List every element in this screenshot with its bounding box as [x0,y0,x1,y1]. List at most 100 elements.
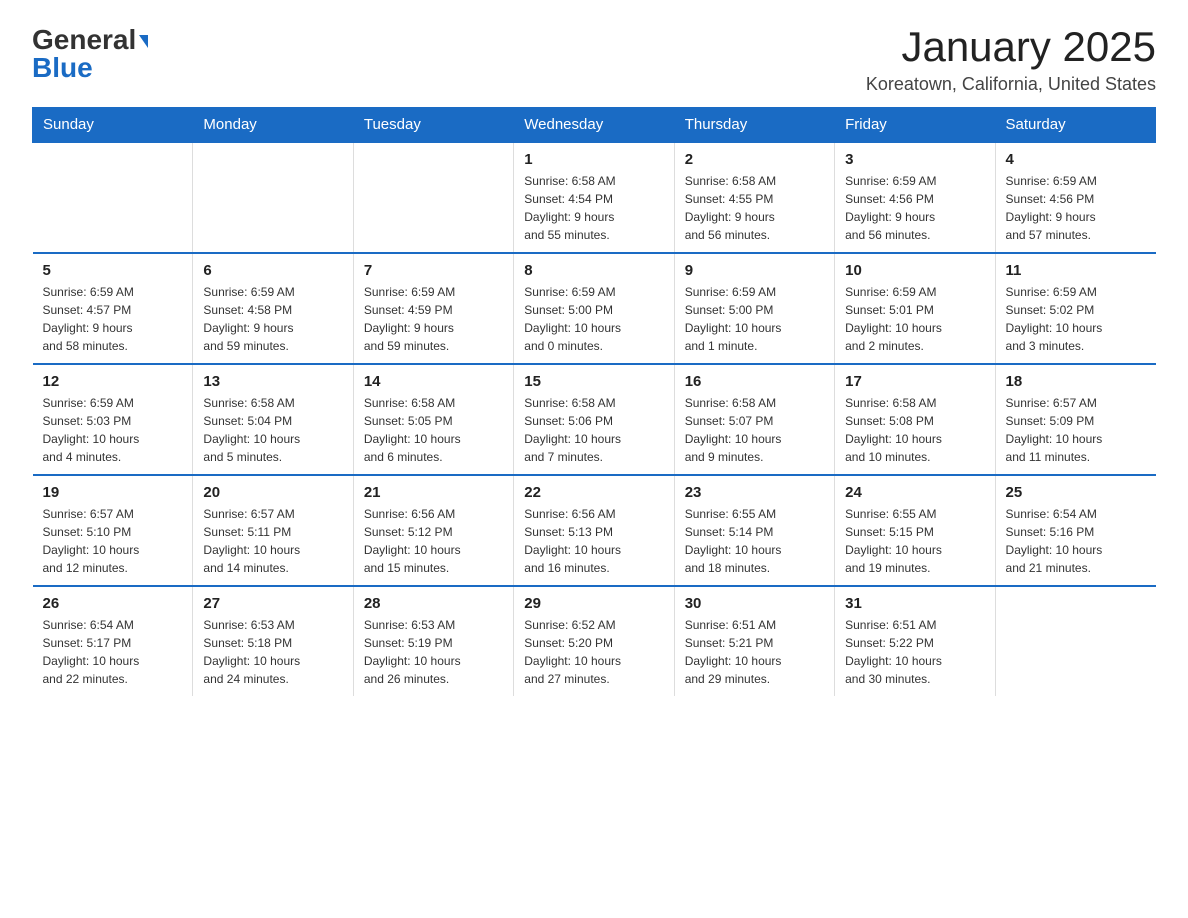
day-info: Sunrise: 6:59 AM Sunset: 4:58 PM Dayligh… [203,283,342,355]
day-info: Sunrise: 6:58 AM Sunset: 5:06 PM Dayligh… [524,394,663,466]
calendar-day-cell: 10 Sunrise: 6:59 AM Sunset: 5:01 PM Dayli… [835,253,995,364]
day-info: Sunrise: 6:58 AM Sunset: 5:07 PM Dayligh… [685,394,824,466]
day-number: 12 [43,373,183,390]
day-info: Sunrise: 6:53 AM Sunset: 5:19 PM Dayligh… [364,616,503,688]
title-block: January 2025 Koreatown, California, Unit… [866,24,1156,95]
day-info: Sunrise: 6:55 AM Sunset: 5:14 PM Dayligh… [685,505,824,577]
calendar-day-cell: 25 Sunrise: 6:54 AM Sunset: 5:16 PM Dayli… [995,475,1155,586]
calendar-day-cell: 6 Sunrise: 6:59 AM Sunset: 4:58 PM Daylig… [193,253,353,364]
day-number: 25 [1006,484,1146,501]
calendar-day-cell: 19 Sunrise: 6:57 AM Sunset: 5:10 PM Dayli… [33,475,193,586]
day-info: Sunrise: 6:56 AM Sunset: 5:12 PM Dayligh… [364,505,503,577]
day-number: 22 [524,484,663,501]
calendar-day-cell: 13 Sunrise: 6:58 AM Sunset: 5:04 PM Dayli… [193,364,353,475]
days-of-week-row: SundayMondayTuesdayWednesdayThursdayFrid… [33,108,1156,143]
calendar-day-cell: 8Sunrise: 6:59 AM Sunset: 5:00 PM Daylig… [514,253,674,364]
day-of-week-header: Saturday [995,108,1155,143]
calendar-day-cell: 1 Sunrise: 6:58 AM Sunset: 4:54 PM Daylig… [514,142,674,253]
day-number: 4 [1006,151,1146,168]
calendar-table: SundayMondayTuesdayWednesdayThursdayFrid… [32,107,1156,696]
day-number: 19 [43,484,183,501]
day-info: Sunrise: 6:58 AM Sunset: 5:04 PM Dayligh… [203,394,342,466]
day-info: Sunrise: 6:58 AM Sunset: 5:05 PM Dayligh… [364,394,503,466]
day-number: 9 [685,262,824,279]
day-info: Sunrise: 6:57 AM Sunset: 5:11 PM Dayligh… [203,505,342,577]
day-number: 28 [364,595,503,612]
calendar-day-cell: 14 Sunrise: 6:58 AM Sunset: 5:05 PM Dayli… [353,364,513,475]
day-number: 21 [364,484,503,501]
day-number: 31 [845,595,984,612]
calendar-day-cell [353,142,513,253]
calendar-header: SundayMondayTuesdayWednesdayThursdayFrid… [33,108,1156,143]
calendar-day-cell: 21 Sunrise: 6:56 AM Sunset: 5:12 PM Dayli… [353,475,513,586]
day-info: Sunrise: 6:54 AM Sunset: 5:16 PM Dayligh… [1006,505,1146,577]
calendar-day-cell: 7 Sunrise: 6:59 AM Sunset: 4:59 PM Daylig… [353,253,513,364]
calendar-day-cell: 22 Sunrise: 6:56 AM Sunset: 5:13 PM Dayli… [514,475,674,586]
logo-arrow-icon [139,35,148,48]
calendar-week-row: 5Sunrise: 6:59 AM Sunset: 4:57 PM Daylig… [33,253,1156,364]
calendar-day-cell: 5Sunrise: 6:59 AM Sunset: 4:57 PM Daylig… [33,253,193,364]
day-number: 10 [845,262,984,279]
page-header: General Blue January 2025 Koreatown, Cal… [32,24,1156,95]
calendar-day-cell: 26 Sunrise: 6:54 AM Sunset: 5:17 PM Dayli… [33,586,193,696]
day-info: Sunrise: 6:59 AM Sunset: 4:56 PM Dayligh… [1006,172,1146,244]
logo-blue-text: Blue [32,52,93,84]
month-title: January 2025 [866,24,1156,70]
day-number: 11 [1006,262,1146,279]
calendar-day-cell [193,142,353,253]
day-of-week-header: Monday [193,108,353,143]
day-info: Sunrise: 6:59 AM Sunset: 4:56 PM Dayligh… [845,172,984,244]
calendar-week-row: 1 Sunrise: 6:58 AM Sunset: 4:54 PM Daylig… [33,142,1156,253]
day-of-week-header: Thursday [674,108,834,143]
calendar-day-cell: 17Sunrise: 6:58 AM Sunset: 5:08 PM Dayli… [835,364,995,475]
day-number: 8 [524,262,663,279]
day-info: Sunrise: 6:59 AM Sunset: 5:02 PM Dayligh… [1006,283,1146,355]
day-info: Sunrise: 6:59 AM Sunset: 5:01 PM Dayligh… [845,283,984,355]
calendar-day-cell: 12 Sunrise: 6:59 AM Sunset: 5:03 PM Dayli… [33,364,193,475]
calendar-day-cell: 31 Sunrise: 6:51 AM Sunset: 5:22 PM Dayli… [835,586,995,696]
calendar-day-cell: 23Sunrise: 6:55 AM Sunset: 5:14 PM Dayli… [674,475,834,586]
calendar-day-cell: 27Sunrise: 6:53 AM Sunset: 5:18 PM Dayli… [193,586,353,696]
calendar-day-cell: 30Sunrise: 6:51 AM Sunset: 5:21 PM Dayli… [674,586,834,696]
day-info: Sunrise: 6:59 AM Sunset: 4:59 PM Dayligh… [364,283,503,355]
day-number: 6 [203,262,342,279]
calendar-day-cell: 15 Sunrise: 6:58 AM Sunset: 5:06 PM Dayli… [514,364,674,475]
day-of-week-header: Tuesday [353,108,513,143]
day-number: 2 [685,151,824,168]
day-info: Sunrise: 6:54 AM Sunset: 5:17 PM Dayligh… [43,616,183,688]
location-subtitle: Koreatown, California, United States [866,74,1156,95]
calendar-day-cell: 18 Sunrise: 6:57 AM Sunset: 5:09 PM Dayli… [995,364,1155,475]
calendar-day-cell: 29Sunrise: 6:52 AM Sunset: 5:20 PM Dayli… [514,586,674,696]
day-number: 20 [203,484,342,501]
day-number: 16 [685,373,824,390]
calendar-day-cell: 28 Sunrise: 6:53 AM Sunset: 5:19 PM Dayli… [353,586,513,696]
day-info: Sunrise: 6:57 AM Sunset: 5:10 PM Dayligh… [43,505,183,577]
calendar-body: 1 Sunrise: 6:58 AM Sunset: 4:54 PM Daylig… [33,142,1156,696]
day-of-week-header: Wednesday [514,108,674,143]
day-info: Sunrise: 6:51 AM Sunset: 5:22 PM Dayligh… [845,616,984,688]
day-of-week-header: Friday [835,108,995,143]
day-number: 24 [845,484,984,501]
calendar-day-cell [995,586,1155,696]
day-number: 26 [43,595,183,612]
day-number: 7 [364,262,503,279]
day-info: Sunrise: 6:58 AM Sunset: 5:08 PM Dayligh… [845,394,984,466]
day-number: 14 [364,373,503,390]
day-info: Sunrise: 6:56 AM Sunset: 5:13 PM Dayligh… [524,505,663,577]
day-info: Sunrise: 6:59 AM Sunset: 5:03 PM Dayligh… [43,394,183,466]
day-number: 13 [203,373,342,390]
calendar-day-cell: 24Sunrise: 6:55 AM Sunset: 5:15 PM Dayli… [835,475,995,586]
day-info: Sunrise: 6:51 AM Sunset: 5:21 PM Dayligh… [685,616,824,688]
day-info: Sunrise: 6:58 AM Sunset: 4:54 PM Dayligh… [524,172,663,244]
calendar-day-cell [33,142,193,253]
day-number: 15 [524,373,663,390]
day-info: Sunrise: 6:52 AM Sunset: 5:20 PM Dayligh… [524,616,663,688]
day-info: Sunrise: 6:57 AM Sunset: 5:09 PM Dayligh… [1006,394,1146,466]
day-number: 18 [1006,373,1146,390]
calendar-day-cell: 9Sunrise: 6:59 AM Sunset: 5:00 PM Daylig… [674,253,834,364]
day-number: 1 [524,151,663,168]
calendar-day-cell: 20 Sunrise: 6:57 AM Sunset: 5:11 PM Dayli… [193,475,353,586]
logo: General Blue [32,24,148,84]
day-number: 3 [845,151,984,168]
calendar-day-cell: 4 Sunrise: 6:59 AM Sunset: 4:56 PM Daylig… [995,142,1155,253]
